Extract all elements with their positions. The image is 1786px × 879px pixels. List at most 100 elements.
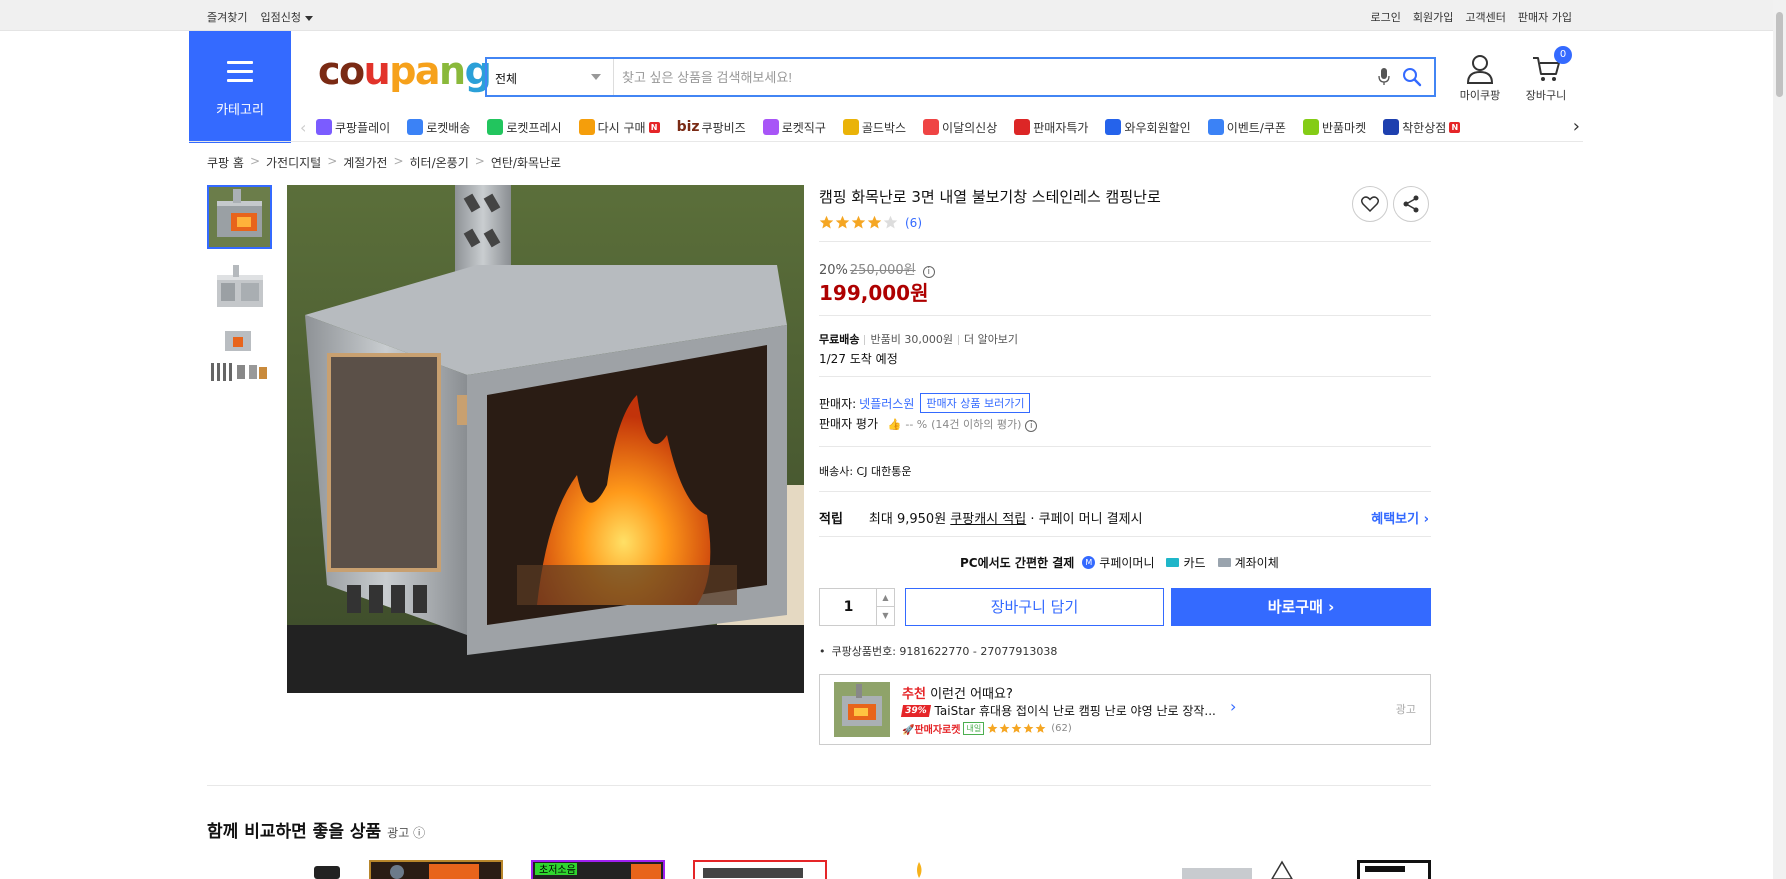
globe-icon (762, 119, 779, 135)
shipping-info: 무료배송 반품비 30,000원 더 알아보기 (819, 331, 1018, 347)
thumbnail-3[interactable] (207, 327, 272, 391)
search-input[interactable] (622, 65, 1322, 89)
favorites-link[interactable]: 즐겨찾기 (207, 9, 247, 25)
reward-label: 적립 (819, 512, 843, 527)
login-link[interactable]: 로그인 (1371, 9, 1401, 25)
nav-item-3[interactable]: 다시 구매 N (578, 119, 660, 136)
seller-name-link[interactable]: 넷플러스원 (859, 395, 914, 412)
nav-item-5[interactable]: 로켓직구 (762, 119, 826, 136)
return-fee: 반품비 30,000원 (870, 333, 953, 346)
star-filled-icon (867, 215, 882, 229)
page-scrollbar[interactable] (1773, 0, 1786, 879)
nav-item-12[interactable]: 착한상점 N (1383, 119, 1461, 136)
microphone-icon[interactable] (1378, 68, 1390, 89)
divider (819, 446, 1431, 447)
nav-item-4[interactable]: biz 쿠팡비즈 (677, 119, 746, 136)
nav-prev-arrow-icon[interactable]: ‹ (300, 118, 316, 137)
seller-rating-value: -- % (905, 418, 928, 431)
search-bar: 전체 (485, 57, 1436, 97)
nav-item-6[interactable]: 골드박스 (842, 119, 906, 136)
nav-item-0[interactable]: 쿠팡플레이 (316, 119, 390, 136)
product-rating[interactable]: (6) (819, 215, 922, 230)
customer-center-link[interactable]: 고객센터 (1465, 9, 1505, 25)
category-menu-button[interactable]: 카테고리 (189, 31, 291, 143)
cart-button[interactable]: 장바구니 0 (1520, 46, 1572, 103)
divider (189, 141, 1583, 142)
compare-product-3[interactable]: 초저소음 (531, 860, 665, 879)
pay-method-coupay: 쿠페이머니 (1099, 556, 1155, 570)
review-count[interactable]: (6) (905, 216, 922, 230)
more-info-link[interactable]: 더 알아보기 (964, 333, 1018, 346)
breadcrumb-item[interactable]: 연탄/화목난로 (491, 154, 561, 171)
signup-link[interactable]: 회원가입 (1413, 9, 1453, 25)
nav-item-2[interactable]: 로켓프레시 (487, 119, 562, 136)
divider (819, 536, 1431, 537)
coupang-cash-link[interactable]: 쿠팡캐시 적립 (950, 512, 1026, 527)
biz-icon: biz (676, 119, 700, 135)
compare-product-7[interactable] (1357, 860, 1431, 879)
mycoupang-button[interactable]: 마이쿠팡 (1456, 54, 1504, 103)
benefits-link[interactable]: 혜택보기 › (1371, 508, 1429, 527)
breadcrumb-item[interactable]: 계절가전 (343, 154, 387, 171)
nav-item-10[interactable]: 이벤트/쿠폰 (1207, 119, 1286, 136)
vendor-apply-menu[interactable]: 입점신청 (260, 9, 313, 25)
nav-item-label: 로켓배송 (426, 120, 471, 135)
star-filled-icon (999, 723, 1010, 733)
reco-meta: 🚀판매자로켓 내일 (62) (902, 721, 1072, 736)
carrier-info: 배송사: CJ 대한통운 (819, 465, 912, 478)
search-scope-select[interactable]: 전체 (487, 59, 614, 95)
compare-product-6[interactable] (1182, 860, 1302, 879)
nav-item-8[interactable]: 판매자특가 (1014, 119, 1088, 136)
rocket-icon (407, 119, 424, 135)
tomorrow-badge: 내일 (963, 722, 985, 735)
recommendation-ad[interactable]: 추천 이런건 어때요? 39% TaiStar 휴대용 접이식 난로 캠핑 난로 … (819, 674, 1431, 745)
share-button[interactable] (1393, 186, 1429, 222)
breadcrumb-item[interactable]: 가전디지털 (266, 154, 321, 171)
buy-now-button[interactable]: 바로구매 › (1171, 588, 1431, 626)
mycoupang-label: 마이쿠팡 (1459, 89, 1501, 102)
nav-item-9[interactable]: 와우회원할인 (1105, 119, 1191, 136)
quantity-value[interactable]: 1 (820, 589, 877, 625)
seller-products-button[interactable]: 판매자 상품 보러가기 (920, 393, 1031, 413)
reco-product-name[interactable]: 39% TaiStar 휴대용 접이식 난로 캠핑 난로 야영 난로 장작... (900, 702, 1216, 719)
info-icon[interactable]: i (1025, 420, 1038, 432)
recommended-product-image[interactable] (834, 682, 890, 737)
chevron-right-icon[interactable]: › (1230, 697, 1236, 716)
scrollbar-thumb[interactable] (1776, 12, 1783, 97)
add-to-cart-button[interactable]: 장바구니 담기 (905, 588, 1164, 626)
wishlist-button[interactable] (1352, 186, 1388, 222)
category-label: 카테고리 (216, 103, 264, 118)
compare-product-4[interactable] (693, 860, 827, 879)
search-icon[interactable] (1402, 67, 1422, 90)
star-filled-icon (851, 215, 866, 229)
cart-count-badge: 0 (1554, 46, 1572, 64)
coupang-logo[interactable]: coupang (318, 52, 492, 90)
quantity-up-icon[interactable]: ▲ (876, 589, 894, 607)
thumbnail-1[interactable] (207, 185, 272, 249)
nav-item-label: 착한상점 (1402, 120, 1447, 135)
compare-product-5[interactable] (912, 860, 926, 879)
nav-item-7[interactable]: 이달의신상 (923, 119, 997, 136)
bank-icon (1217, 558, 1231, 567)
breadcrumb-separator-icon: > (249, 154, 260, 168)
product-main-image[interactable] (287, 185, 804, 693)
search-scope-value: 전체 (495, 72, 518, 86)
hamburger-icon (227, 61, 253, 88)
seller-signup-link[interactable]: 판매자 가입 (1518, 9, 1572, 25)
quantity-down-icon[interactable]: ▼ (876, 607, 894, 625)
chevron-down-icon (304, 15, 313, 21)
breadcrumb-item[interactable]: 쿠팡 홈 (207, 154, 244, 171)
thumbnail-2[interactable] (207, 257, 272, 321)
star-filled-icon (987, 723, 998, 733)
percent-icon (1014, 119, 1031, 135)
svg-text:초저소음: 초저소음 (539, 864, 576, 876)
breadcrumb-separator-icon: > (327, 154, 338, 168)
divider (819, 376, 1431, 377)
nav-item-11[interactable]: 반품마켓 (1302, 119, 1366, 136)
seller-label: 판매자: (819, 396, 857, 411)
nav-item-1[interactable]: 로켓배송 (407, 119, 470, 136)
nav-next-arrow-icon[interactable]: › (1573, 116, 1580, 137)
compare-product-2[interactable] (369, 860, 503, 879)
breadcrumb-item[interactable]: 히터/온풍기 (410, 154, 469, 171)
compare-product-1[interactable] (312, 860, 342, 879)
